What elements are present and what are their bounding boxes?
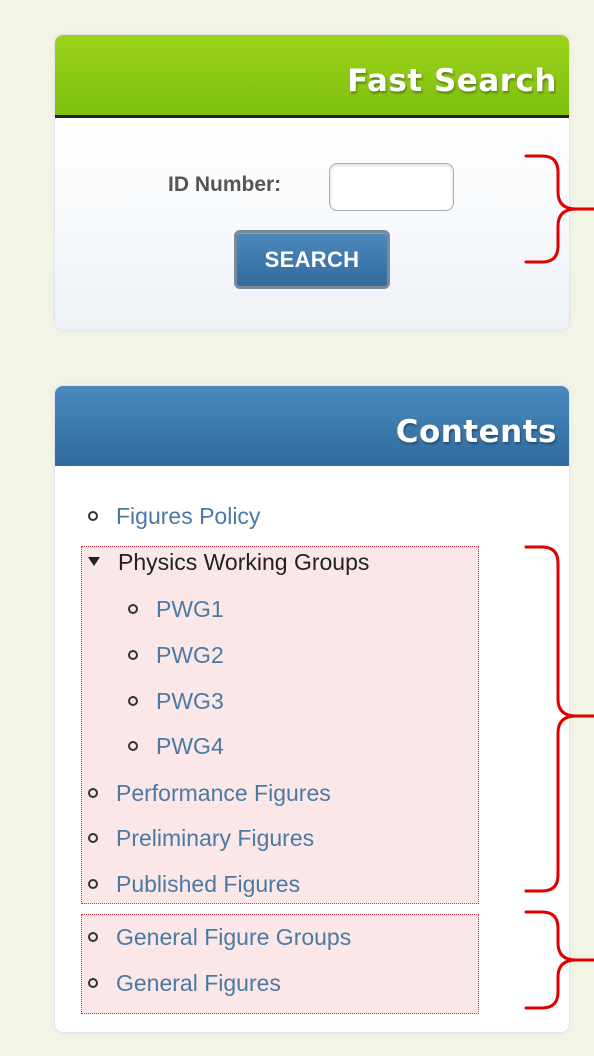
bullet-icon (128, 696, 138, 706)
contents-panel: Contents Figures Policy Physics Working … (55, 386, 569, 1032)
nav-item-label: Performance Figures (116, 780, 331, 806)
nav-item-preliminary-figures[interactable]: Preliminary Figures (88, 820, 314, 856)
contents-list: Figures Policy Physics Working Groups PW… (55, 466, 569, 1032)
search-button[interactable]: SEARCH (234, 230, 390, 289)
nav-item-label: Figures Policy (116, 503, 261, 529)
nav-item-label: General Figure Groups (116, 924, 352, 950)
nav-item-label: PWG4 (156, 733, 224, 759)
nav-item-pwg3[interactable]: PWG3 (128, 683, 224, 719)
bullet-icon (128, 741, 138, 751)
bullet-icon (88, 932, 98, 942)
bullet-icon (88, 788, 98, 798)
bullet-icon (88, 879, 98, 889)
fast-search-title: Fast Search (347, 63, 557, 99)
contents-header: Contents (55, 386, 569, 466)
nav-item-label: Preliminary Figures (116, 825, 315, 851)
contents-title: Contents (395, 414, 557, 450)
nav-item-performance-figures[interactable]: Performance Figures (88, 775, 331, 811)
nav-item-pwg1[interactable]: PWG1 (128, 591, 224, 627)
fast-search-body: ID Number: SEARCH (55, 118, 569, 330)
nav-item-figures-policy[interactable]: Figures Policy (88, 498, 260, 534)
fast-search-panel: Fast Search ID Number: SEARCH (55, 35, 569, 330)
bullet-icon (88, 978, 98, 988)
nav-item-pwg2[interactable]: PWG2 (128, 637, 224, 673)
page: Fast Search ID Number: SEARCH Contents F… (0, 0, 594, 1056)
bullet-icon (128, 604, 138, 614)
nav-item-pwg4[interactable]: PWG4 (128, 728, 224, 764)
nav-item-general-figure-groups[interactable]: General Figure Groups (88, 919, 351, 955)
nav-item-published-figures[interactable]: Published Figures (88, 866, 300, 902)
expanded-triangle-icon (88, 557, 100, 566)
nav-item-label: PWG2 (156, 642, 224, 668)
bullet-icon (88, 511, 98, 521)
nav-item-general-figures[interactable]: General Figures (88, 965, 281, 1001)
bullet-icon (88, 833, 98, 843)
nav-item-label: PWG3 (156, 688, 224, 714)
nav-item-label: PWG1 (156, 596, 224, 622)
bullet-icon (128, 650, 138, 660)
id-number-input[interactable] (329, 163, 454, 211)
nav-item-label: Published Figures (116, 871, 301, 897)
nav-item-label: General Figures (116, 970, 281, 996)
fast-search-header: Fast Search (55, 35, 569, 118)
nav-item-physics-working-groups[interactable]: Physics Working Groups (88, 544, 369, 580)
id-number-label: ID Number: (168, 173, 282, 196)
nav-item-label: Physics Working Groups (118, 549, 370, 575)
